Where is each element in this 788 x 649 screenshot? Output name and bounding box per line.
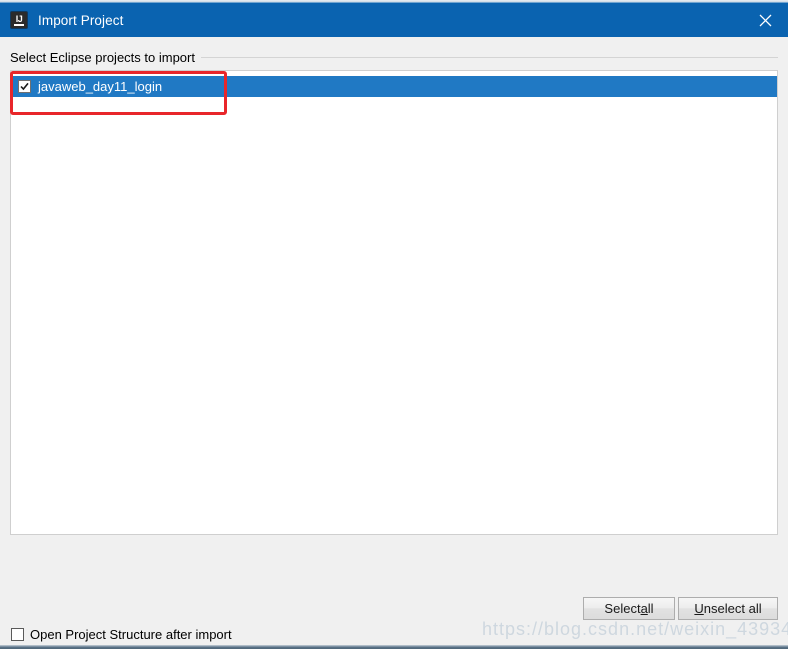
close-icon[interactable] [742,3,788,37]
open-project-structure-text: pen Project Structure after import [40,627,232,642]
select-all-mnemonic: a [640,601,648,616]
window-titlebar: IJ Import Project [0,3,788,37]
project-list[interactable]: javaweb_day11_login [10,70,778,535]
project-checkbox[interactable] [18,80,31,93]
intellij-idea-icon: IJ [10,11,28,29]
unselect-all-button[interactable]: Unselect all [678,597,778,620]
dialog-content: Select Eclipse projects to import javawe… [0,37,788,642]
unselect-all-label-suffix: nselect all [703,601,762,616]
unselect-all-mnemonic: U [694,601,704,616]
window-title: Import Project [38,12,124,28]
open-project-structure-label: Open Project Structure after import [30,627,232,642]
select-all-button[interactable]: Select a ll [583,597,675,620]
window-bottom-edge [0,645,788,649]
select-all-label-suffix: ll [647,601,654,616]
list-item[interactable]: javaweb_day11_login [11,76,777,97]
open-project-structure-option[interactable]: Open Project Structure after import [11,627,232,642]
select-all-label-prefix: Select [604,601,641,616]
group-label: Select Eclipse projects to import [10,50,201,65]
open-project-structure-checkbox[interactable] [11,628,24,641]
import-project-dialog: IJ Import Project Select Eclipse project… [0,0,788,649]
project-name: javaweb_day11_login [38,79,163,94]
open-project-structure-mnemonic: O [30,627,41,642]
